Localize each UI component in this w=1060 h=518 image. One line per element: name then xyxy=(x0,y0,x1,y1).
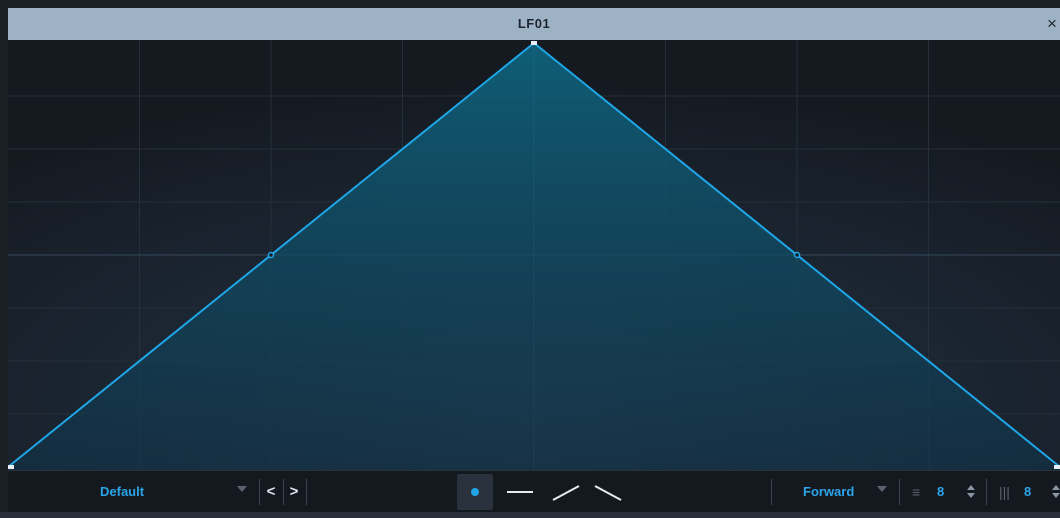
divider xyxy=(283,479,284,505)
prev-preset-button[interactable]: < xyxy=(264,471,278,513)
grid-value[interactable]: 8 xyxy=(1024,471,1031,513)
divider xyxy=(899,479,900,505)
divider xyxy=(986,479,987,505)
curve-handle[interactable] xyxy=(267,251,275,259)
envelope-canvas[interactable] xyxy=(8,40,1060,470)
ramp-down-icon xyxy=(594,485,622,501)
ramp-down-button[interactable] xyxy=(589,474,625,510)
direction-select[interactable]: Forward xyxy=(803,471,854,513)
close-icon[interactable]: × xyxy=(1044,8,1060,40)
steps-value[interactable]: 8 xyxy=(937,471,944,513)
preset-name[interactable]: Default xyxy=(100,471,144,513)
divider xyxy=(771,479,772,505)
point-mode-button[interactable] xyxy=(457,474,493,510)
envelope-editor[interactable] xyxy=(8,40,1060,470)
window-title: LF01 xyxy=(517,16,551,31)
direction-dropdown-icon[interactable] xyxy=(877,486,887,492)
bottom-strip xyxy=(0,512,1060,518)
envelope-node[interactable] xyxy=(531,41,537,45)
grid-stepper-icon[interactable] xyxy=(1051,483,1060,501)
steps-icon: ≡ xyxy=(912,484,921,500)
point-mode-icon xyxy=(471,488,479,496)
bottom-toolbar: Default < > Forward ≡ 8 ||| 8 xyxy=(8,470,1060,512)
divider xyxy=(259,479,260,505)
lfo-editor-window: LF01 × Default < > Forward ≡ 8 ||| 8 xyxy=(0,0,1060,518)
divider xyxy=(306,479,307,505)
flat-line-icon xyxy=(507,491,533,493)
envelope-node[interactable] xyxy=(8,465,14,469)
preset-dropdown-icon[interactable] xyxy=(237,486,247,492)
title-bar[interactable]: LF01 × xyxy=(8,8,1060,40)
flat-line-button[interactable] xyxy=(501,474,537,510)
grid-icon: ||| xyxy=(999,484,1010,500)
curve-handle[interactable] xyxy=(793,251,801,259)
ramp-up-icon xyxy=(552,485,580,501)
next-preset-button[interactable]: > xyxy=(287,471,301,513)
ramp-up-button[interactable] xyxy=(547,474,583,510)
envelope-node[interactable] xyxy=(1054,465,1060,469)
steps-stepper-icon[interactable] xyxy=(966,483,976,501)
